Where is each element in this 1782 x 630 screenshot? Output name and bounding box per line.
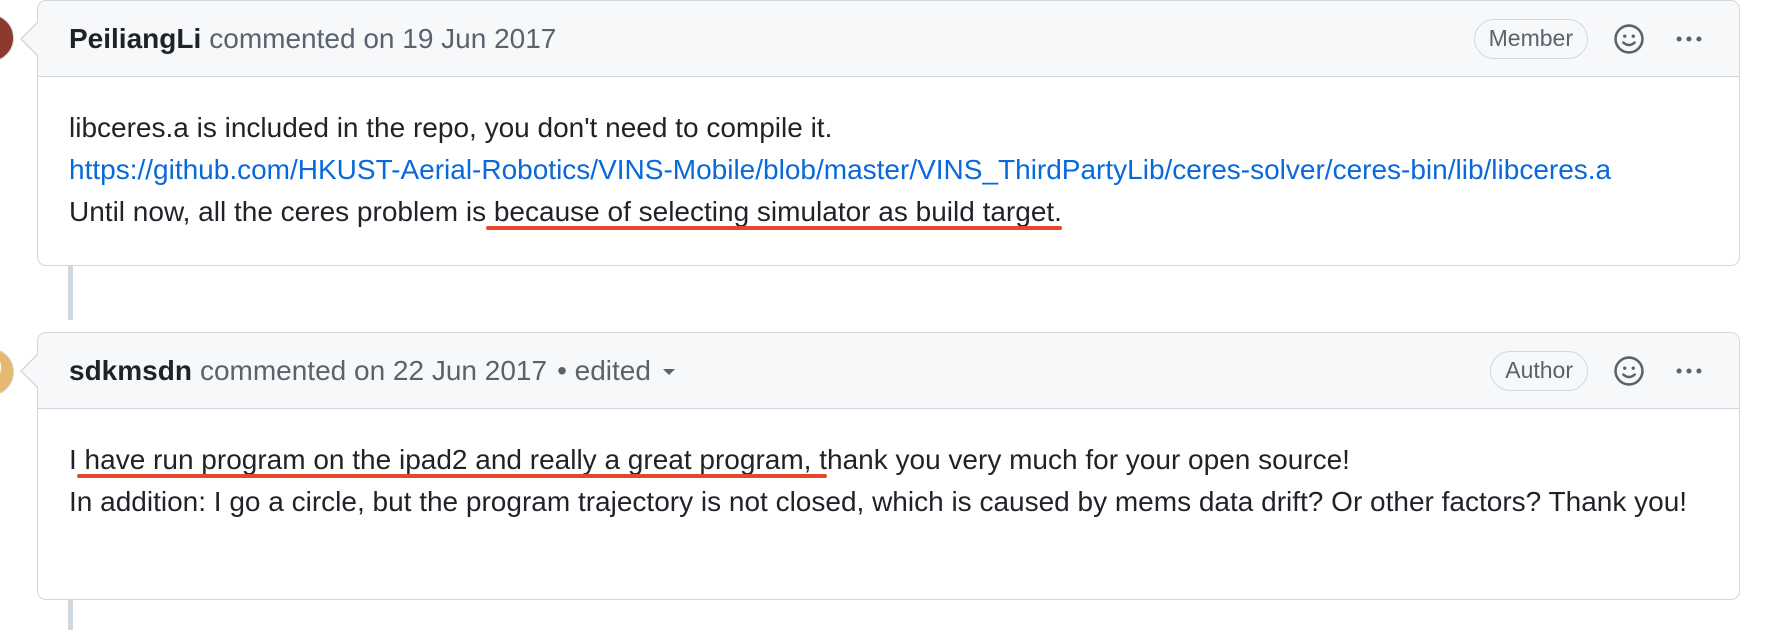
libceres-link[interactable]: https://github.com/HKUST-Aerial-Robotics… [69,154,1611,185]
issue-timeline: PeiliangLi commented on 19 Jun 2017 Memb… [0,0,1782,630]
author-badge: Author [1490,350,1588,391]
kebab-horizontal-icon[interactable] [1670,352,1708,390]
body-text-line: libceres.a is included in the repo, you … [69,112,833,143]
timeline-connector-1 [68,260,73,320]
edited-dropdown[interactable]: • edited [557,355,675,387]
member-badge: Member [1473,18,1588,59]
comment-author[interactable]: PeiliangLi [69,23,201,55]
smiley-icon[interactable] [1610,352,1648,390]
smiley-icon[interactable] [1610,20,1648,58]
comment-timestamp[interactable]: commented on 19 Jun 2017 [209,23,556,55]
body-text: hank you very much for your open source! [827,444,1350,475]
comment-card: PeiliangLi commented on 19 Jun 2017 Memb… [20,0,1740,266]
highlighted-text: have run program on the ipad2 and really… [76,444,827,475]
comment-author[interactable]: sdkmsdn [69,355,192,387]
kebab-horizontal-icon[interactable] [1670,20,1708,58]
body-text: I [69,444,77,475]
chevron-down-icon [662,369,675,376]
edited-label: • edited [557,354,651,386]
comment-timestamp[interactable]: commented on 22 Jun 2017 [200,355,547,387]
comment-actions: Author [1490,350,1708,391]
comment-body: I have run program on the ipad2 and real… [38,409,1739,553]
comment-header: PeiliangLi commented on 19 Jun 2017 Memb… [38,1,1739,77]
highlighted-text: because of selecting simulator as build … [486,196,1062,227]
comment-card: sdkmsdn commented on 22 Jun 2017 • edite… [20,332,1740,600]
comment-actions: Member [1473,18,1708,59]
avatar[interactable] [0,14,14,62]
body-link-line: https://github.com/HKUST-Aerial-Robotics… [69,149,1708,191]
avatar[interactable] [0,348,14,396]
comment-body: libceres.a is included in the repo, you … [38,77,1739,263]
body-text-line: I have run program on the ipad2 and real… [69,439,1708,481]
body-text-paragraph: In addition: I go a circle, but the prog… [69,486,1688,517]
body-text: Until now, all the ceres problem is [69,196,487,227]
body-text-line: Until now, all the ceres problem is beca… [69,191,1708,233]
comment-header: sdkmsdn commented on 22 Jun 2017 • edite… [38,333,1739,409]
